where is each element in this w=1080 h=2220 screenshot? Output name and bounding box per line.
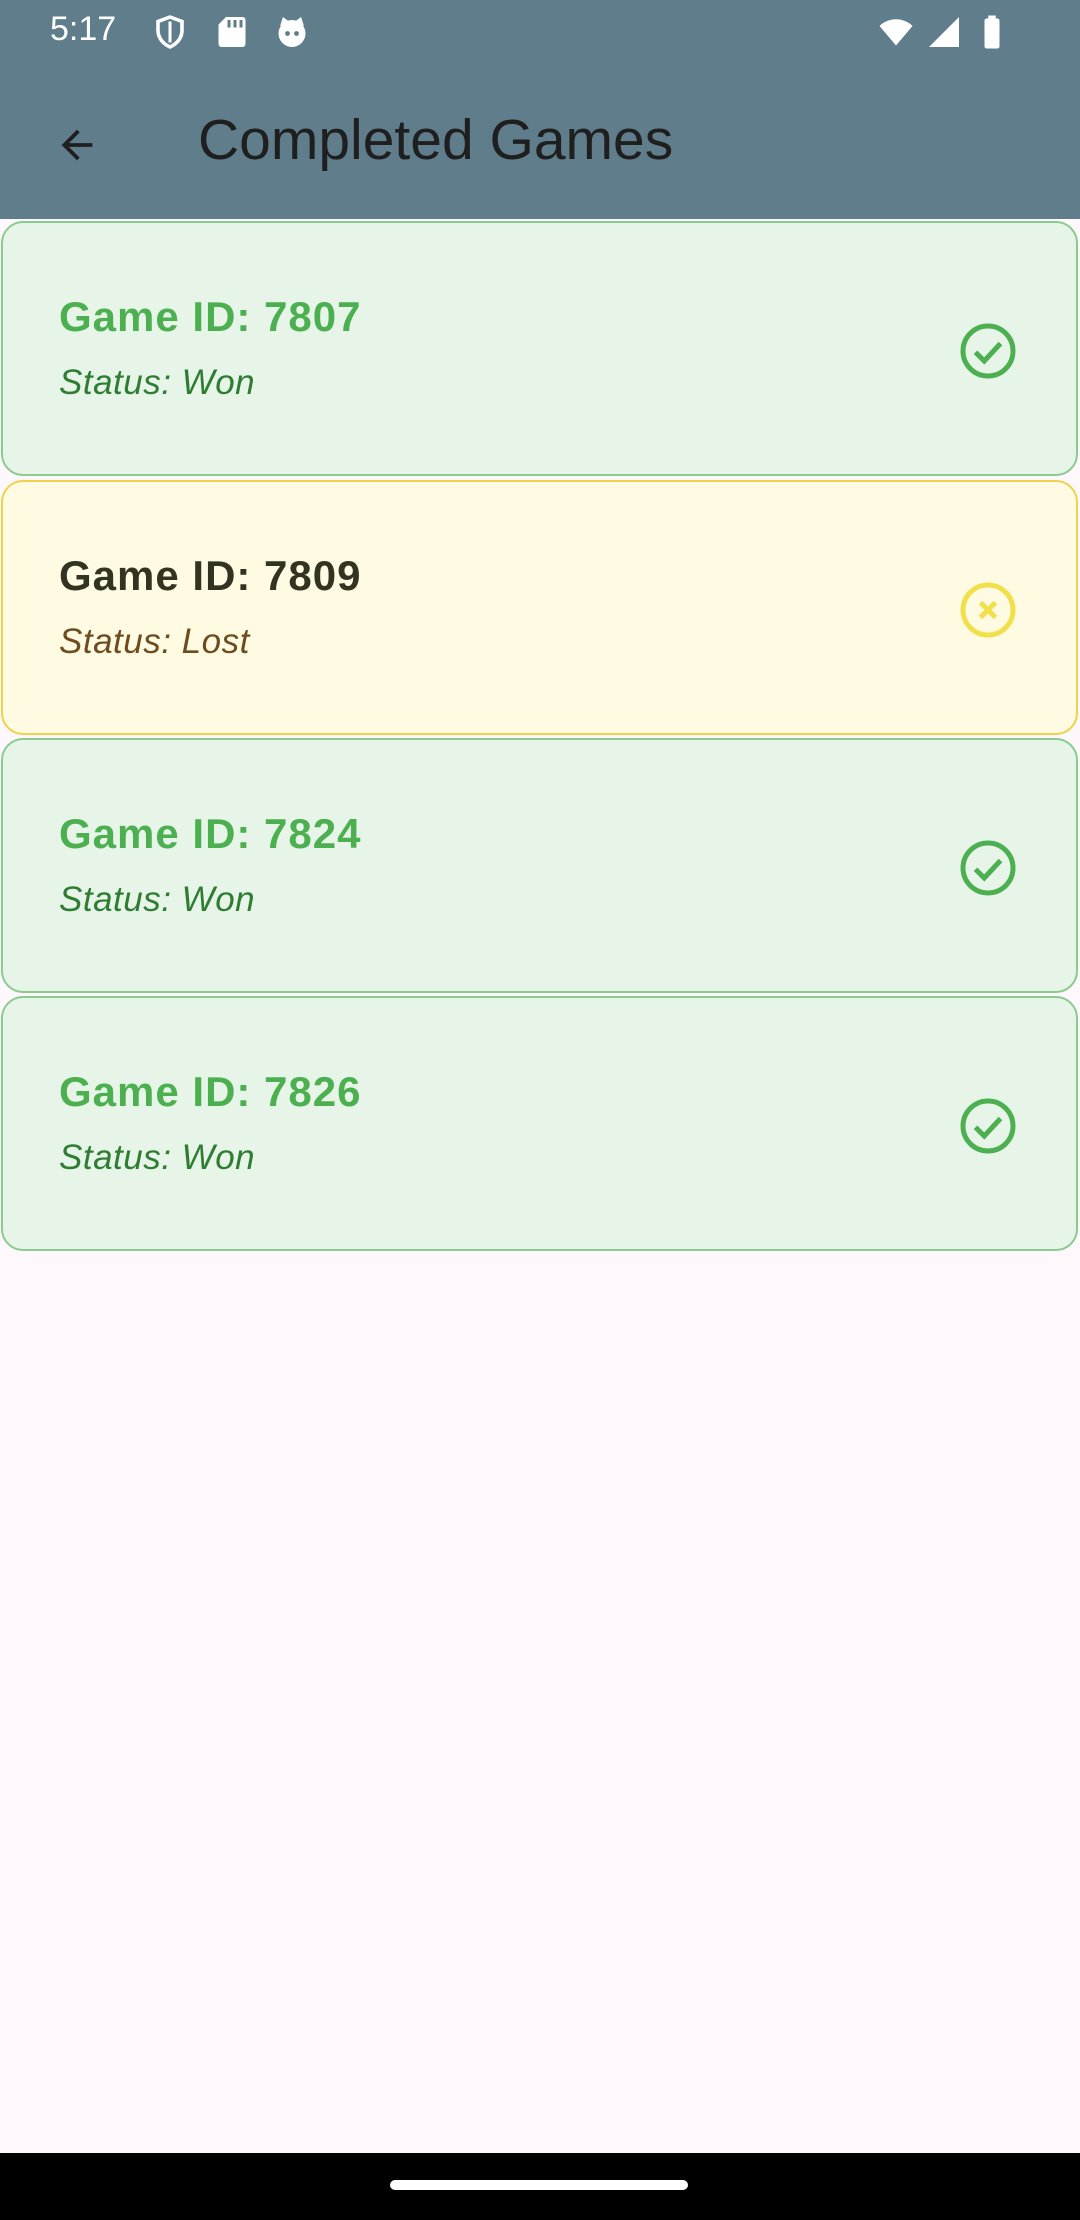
status-time: 5:17 [50, 10, 117, 48]
game-card-7826[interactable]: Game ID: 7826 Status: Won [1, 996, 1078, 1251]
game-status-label: Status: Won [59, 363, 256, 402]
page-title: Completed Games [198, 108, 674, 172]
game-status-label: Status: Lost [59, 622, 250, 661]
game-status-label: Status: Won [59, 1138, 256, 1177]
game-id-label: Game ID: 7809 [59, 552, 362, 599]
game-card-7824[interactable]: Game ID: 7824 Status: Won [1, 738, 1078, 993]
cat-face-icon [278, 17, 306, 47]
shield-icon [156, 15, 184, 49]
game-id-label: Game ID: 7826 [59, 1068, 362, 1115]
battery-icon [984, 15, 1000, 49]
home-gesture-handle[interactable] [390, 2180, 688, 2190]
check-circle-icon [960, 323, 1016, 379]
game-card-7807[interactable]: Game ID: 7807 Status: Won [1, 221, 1078, 476]
check-circle-icon [960, 1098, 1016, 1154]
sd-card-icon [218, 17, 246, 47]
signal-icon [929, 17, 959, 47]
game-card-7809[interactable]: Game ID: 7809 Status: Lost [1, 480, 1078, 735]
check-circle-icon [960, 840, 1016, 896]
back-button[interactable] [40, 108, 114, 182]
game-id-label: Game ID: 7824 [59, 810, 362, 857]
status-bar: 5:17 [0, 0, 1080, 64]
app-bar: 5:17 Completed Games [0, 0, 1080, 219]
game-status-label: Status: Won [59, 880, 256, 919]
wifi-icon [879, 19, 913, 46]
arrow-back-icon [61, 129, 93, 161]
game-id-label: Game ID: 7807 [59, 293, 362, 340]
x-circle-icon [960, 582, 1016, 638]
